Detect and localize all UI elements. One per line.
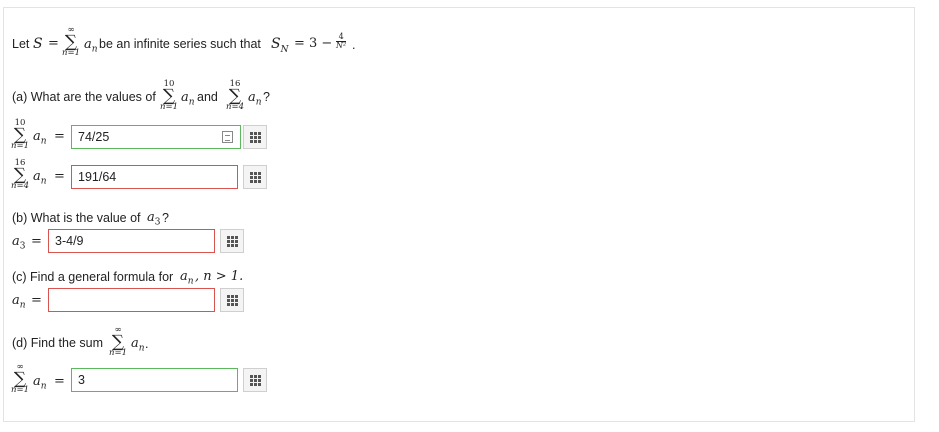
infinite-sum-input[interactable] — [71, 368, 238, 392]
row1-sum: 10 ∑ n=1 — [10, 118, 29, 151]
intro-text: be an infinite series such that — [99, 37, 261, 51]
part-b-lhs: a3 — [12, 234, 26, 252]
part-b-var: a3 — [147, 210, 161, 228]
row1-an: an — [33, 129, 47, 147]
intro-SN: SN — [271, 36, 289, 55]
sum-4-16-input[interactable] — [71, 165, 238, 189]
intro-frac: 4 N² — [336, 32, 347, 50]
part-d-period: . — [145, 337, 149, 351]
grid-matrix-icon[interactable] — [243, 368, 267, 392]
an-formula-input[interactable] — [48, 288, 215, 312]
row2-an: an — [33, 169, 47, 187]
part-a-an1: an — [181, 90, 195, 108]
intro-sum: ∞ ∑ n=1 — [61, 25, 80, 58]
part-a-an2: an — [248, 90, 262, 108]
part-d-sum: ∞ ∑ n=1 — [108, 325, 127, 358]
row-d-sum: ∞ ∑ n=1 — [10, 362, 29, 395]
grid-matrix-icon[interactable] — [220, 229, 244, 253]
row-d-an: an — [33, 374, 47, 392]
row1-eq: = — [54, 129, 65, 144]
row-d-eq: = — [54, 374, 65, 389]
sum-1-10-input[interactable] — [71, 125, 241, 149]
intro-eq: = — [48, 36, 59, 51]
grid-matrix-icon[interactable] — [243, 165, 267, 189]
part-a-sum2: 16 ∑ n=4 — [225, 79, 244, 112]
part-b-eq: = — [31, 234, 42, 249]
part-a-sum1: 10 ∑ n=1 — [159, 79, 178, 112]
intro-S: S — [33, 36, 43, 52]
part-a-prompt: (a) What are the values of — [12, 90, 156, 104]
grid-matrix-icon[interactable] — [243, 125, 267, 149]
part-c-var: an — [180, 269, 194, 287]
part-d-an: an — [131, 336, 145, 354]
part-a-qmark: ? — [263, 90, 270, 104]
grid-matrix-icon[interactable] — [220, 288, 244, 312]
intro-period: . — [352, 38, 356, 52]
intro-an: an — [84, 37, 98, 55]
intro-eq2: = 3 − — [294, 36, 333, 51]
part-b-qmark: ? — [162, 211, 169, 225]
a3-input[interactable] — [48, 229, 215, 253]
row2-eq: = — [54, 169, 65, 184]
part-c-lhs: an — [12, 293, 26, 311]
part-a-and: and — [197, 90, 218, 104]
part-d-prompt: (d) Find the sum — [12, 336, 104, 350]
preview-icon[interactable] — [222, 131, 233, 143]
part-b-prompt: (b) What is the value of — [12, 211, 141, 225]
part-c-cond: , n > 1. — [195, 269, 244, 284]
part-c-prompt: (c) Find a general formula for — [12, 270, 174, 284]
intro-let: Let — [12, 37, 30, 51]
part-c-eq: = — [31, 293, 42, 308]
row2-sum: 16 ∑ n=4 — [10, 158, 29, 191]
